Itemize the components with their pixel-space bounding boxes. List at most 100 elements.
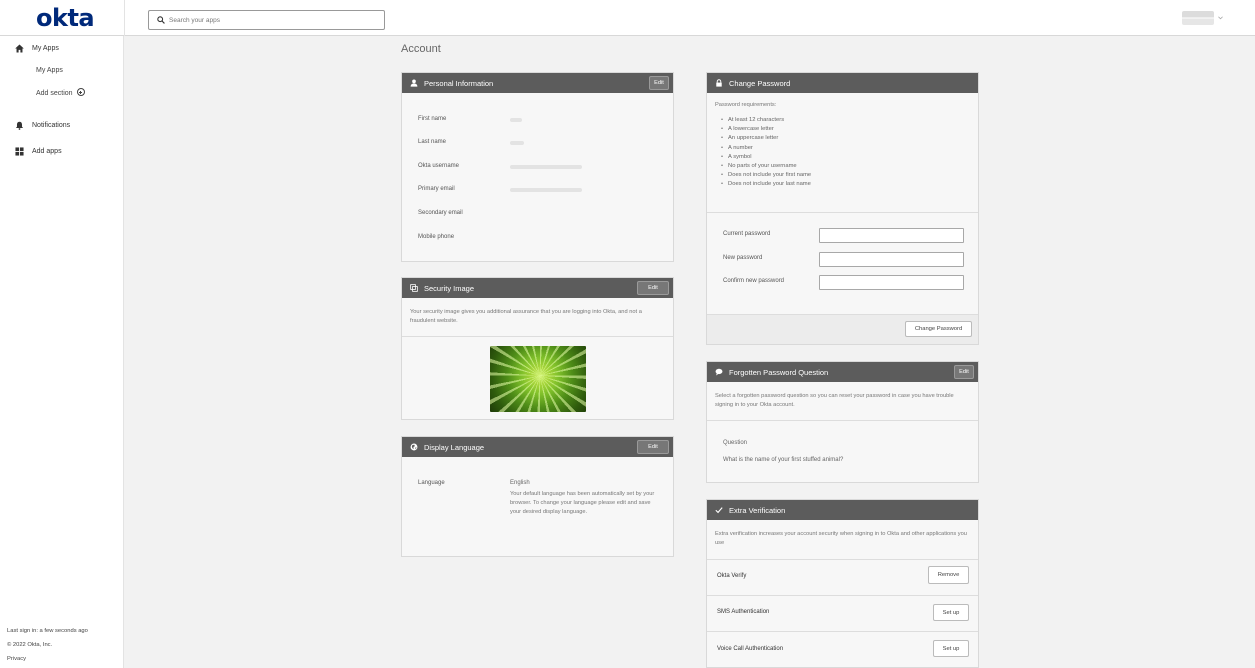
question-value: What is the name of your first stuffed a… (723, 457, 844, 463)
lock-icon (715, 79, 723, 87)
globe-icon (410, 443, 418, 451)
requirement-item: Does not include your last name (721, 180, 811, 189)
divider (402, 336, 673, 337)
question-label: Question (723, 440, 748, 446)
copyright-text: © 2022 Okta, Inc. (7, 642, 53, 648)
confirm-password-field[interactable] (819, 275, 964, 290)
extra-verification-card: Extra Verification Extra verification in… (706, 499, 979, 668)
card-title: Display Language (424, 442, 485, 452)
sidebar-item-label: Add apps (32, 147, 62, 155)
confirm-password-label: Confirm new password (723, 278, 785, 284)
requirement-item: An uppercase letter (721, 134, 811, 143)
header-divider (124, 0, 125, 36)
card-title: Change Password (729, 78, 791, 88)
security-image-succulent (490, 346, 586, 412)
card-header: Extra Verification (707, 500, 978, 520)
privacy-link[interactable]: Privacy (7, 656, 26, 662)
requirement-item: No parts of your username (721, 162, 811, 171)
checkmark-icon (715, 506, 723, 514)
forgotten-password-question-card: Forgotten Password Question Edit Select … (706, 361, 979, 483)
primary-email-label: Primary email (418, 186, 455, 192)
requirement-item: Does not include your first name (721, 171, 811, 180)
last-name-value-redacted (510, 141, 524, 145)
card-title: Forgotten Password Question (729, 367, 829, 377)
new-password-label: New password (723, 255, 763, 261)
factor-name-voice-call: Voice Call Authentication (717, 646, 784, 652)
security-image-card: Security Image Edit Your security image … (401, 277, 674, 420)
edit-personal-info-button[interactable]: Edit (649, 76, 669, 90)
page-title: Account (401, 43, 441, 55)
new-password-field[interactable] (819, 252, 964, 267)
language-value: English (510, 480, 530, 486)
add-section-link[interactable]: Add section (36, 88, 85, 97)
secondary-email-label: Secondary email (418, 210, 463, 216)
user-icon (410, 79, 418, 87)
sidebar-subitem-my-apps[interactable]: My Apps (36, 67, 63, 74)
card-title: Security Image (424, 283, 475, 293)
sidebar-item-my-apps[interactable]: My Apps (14, 43, 59, 53)
factor-name-okta-verify: Okta Verify (717, 573, 747, 579)
top-header: okta (0, 0, 1255, 36)
sidebar-item-notifications[interactable]: Notifications (14, 120, 70, 130)
search-icon (157, 16, 165, 26)
card-header: Display Language Edit (402, 437, 673, 457)
okta-username-label: Okta username (418, 163, 460, 169)
edit-forgotten-question-button[interactable]: Edit (954, 365, 974, 379)
speech-bubble-icon (715, 368, 723, 376)
last-name-label: Last name (418, 139, 447, 145)
plus-circle-icon (76, 88, 85, 96)
first-name-label: First name (418, 116, 447, 122)
requirement-item: At least 12 characters (721, 116, 811, 125)
okta-logo[interactable]: okta (36, 4, 95, 32)
setup-sms-button[interactable]: Set up (933, 604, 969, 621)
card-title: Extra Verification (729, 505, 786, 515)
search-input[interactable] (169, 14, 379, 27)
sidebar-item-label: Notifications (32, 121, 71, 129)
personal-information-card: Personal Information Edit First name Las… (401, 72, 674, 262)
last-sign-in-text: Last sign in: a few seconds ago (7, 628, 88, 634)
requirement-item: A symbol (721, 153, 811, 162)
edit-display-language-button[interactable]: Edit (637, 440, 669, 454)
language-label: Language (418, 480, 445, 486)
requirement-item: A lowercase letter (721, 125, 811, 134)
extra-verification-description: Extra verification increases your accoun… (715, 531, 967, 546)
edit-security-image-button[interactable]: Edit (637, 281, 669, 295)
language-description: Your default language has been automatic… (510, 491, 655, 515)
okta-username-value-redacted (510, 165, 582, 169)
card-header: Change Password (707, 73, 978, 93)
password-requirements-heading: Password requirements: (715, 102, 777, 108)
divider (707, 559, 978, 560)
remove-okta-verify-button[interactable]: Remove (928, 566, 969, 584)
setup-voice-call-button[interactable]: Set up (933, 640, 969, 657)
password-requirements-list: At least 12 characters A lowercase lette… (721, 116, 811, 190)
current-password-label: Current password (723, 231, 771, 237)
display-language-card: Display Language Edit Language English Y… (401, 436, 674, 557)
image-icon (410, 284, 418, 292)
first-name-value-redacted (510, 118, 522, 122)
card-header: Security Image Edit (402, 278, 673, 298)
card-title: Personal Information (424, 78, 494, 88)
card-header: Forgotten Password Question Edit (707, 362, 978, 382)
primary-email-value-redacted (510, 188, 582, 192)
divider (707, 212, 978, 213)
chevron-down-icon (1218, 15, 1223, 22)
current-password-field[interactable] (819, 228, 964, 243)
mobile-phone-label: Mobile phone (418, 234, 455, 240)
user-menu[interactable] (1182, 11, 1226, 25)
user-name-blurred (1182, 11, 1214, 25)
change-password-card: Change Password Password requirements: A… (706, 72, 979, 345)
factor-name-sms: SMS Authentication (717, 609, 770, 615)
divider (707, 595, 978, 596)
divider (707, 420, 978, 421)
security-image-description: Your security image gives you additional… (410, 309, 642, 324)
divider (707, 631, 978, 632)
sidebar-item-add-apps[interactable]: Add apps (14, 146, 62, 156)
change-password-button[interactable]: Change Password (905, 321, 972, 337)
add-section-label: Add section (36, 90, 73, 97)
sidebar-item-label: My Apps (32, 44, 59, 52)
grid-icon (14, 146, 24, 156)
card-header: Personal Information Edit (402, 73, 673, 93)
bell-icon (14, 120, 24, 130)
sidebar: My Apps My Apps Add section Notification… (0, 36, 124, 668)
search-box[interactable] (148, 10, 385, 30)
